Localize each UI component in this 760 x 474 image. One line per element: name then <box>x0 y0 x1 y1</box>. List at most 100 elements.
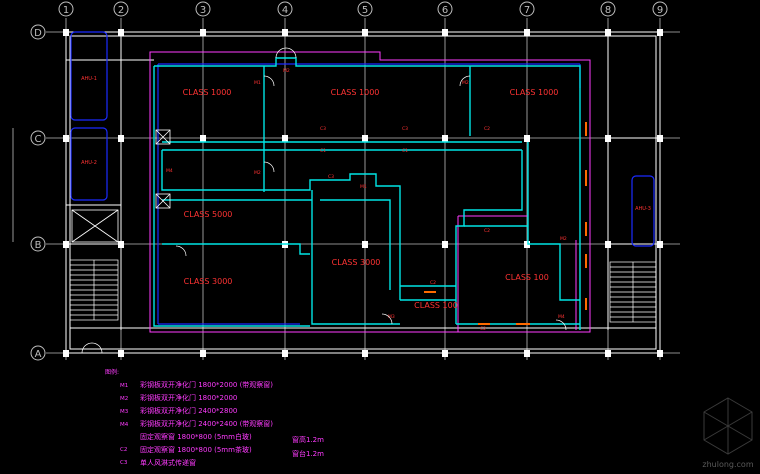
structural-columns <box>63 29 663 357</box>
door-tag-m2b: M2 <box>462 80 469 86</box>
room-label-class-1000-b: CLASS 1000 <box>331 88 380 97</box>
ahu-1-label: AHU-1 <box>81 76 97 82</box>
building-walls <box>65 31 661 354</box>
column-axis-labels: 1 2 3 4 5 6 7 8 9 <box>63 5 663 16</box>
ahu-2-label: AHU-2 <box>81 160 97 166</box>
axis-label-col-7: 7 <box>524 5 530 16</box>
structural-column <box>63 135 69 142</box>
window-tag-c1b: C3 <box>402 126 408 132</box>
window-tag-c1: C3 <box>320 126 326 132</box>
structural-column <box>605 350 611 357</box>
door-tag-m2d: M2 <box>560 236 567 242</box>
structural-column <box>118 241 124 248</box>
door-tag-m4: M4 <box>166 168 173 174</box>
structural-column <box>362 29 368 36</box>
floor-plan-drawing: 1 2 3 4 5 6 7 8 9 D C B A AHU-1 AHU-2 AH… <box>12 1 754 469</box>
structural-column <box>63 241 69 248</box>
axis-label-col-3: 3 <box>200 5 206 16</box>
structural-column <box>282 135 288 142</box>
axis-label-col-1: 1 <box>63 5 69 16</box>
structural-column <box>657 241 663 248</box>
legend-item-c1: 固定观察窗 1800*800 (5mm白玻) <box>140 432 252 441</box>
window-tag-c1c: C1 <box>320 148 326 154</box>
window-tag-c3: C3 <box>328 174 334 180</box>
window-tag-c2b: C2 <box>484 228 490 234</box>
door-tag-m1b: M1 <box>360 184 367 190</box>
structural-column <box>118 350 124 357</box>
door-tag-m2c: M2 <box>254 170 261 176</box>
axis-label-col-2: 2 <box>118 5 124 16</box>
structural-column <box>362 135 368 142</box>
legend-title: 图例: <box>105 368 119 376</box>
room-label-class-1000-a: CLASS 1000 <box>183 88 232 97</box>
legend: 图例: M1 M2 M3 M4 C2 C3 彩钢板双开净化门 1800*2000… <box>105 368 324 467</box>
axis-label-col-6: 6 <box>442 5 448 16</box>
axis-label-col-8: 8 <box>605 5 611 16</box>
room-label-class-5000: CLASS 5000 <box>184 210 233 219</box>
structural-column <box>362 350 368 357</box>
structural-column <box>442 241 448 248</box>
window-tag-c2d: C2 <box>480 326 486 332</box>
right-staircase <box>609 261 657 323</box>
structural-column <box>63 350 69 357</box>
legend-code-c3: C3 <box>120 460 128 466</box>
structural-column <box>282 29 288 36</box>
window-tag-c2c: C2 <box>430 280 436 286</box>
structural-column <box>442 29 448 36</box>
row-axis-labels: D C B A <box>34 28 42 360</box>
structural-column <box>605 29 611 36</box>
structural-column <box>657 29 663 36</box>
legend-code-m3: M3 <box>120 409 129 415</box>
legend-code-m1: M1 <box>120 383 128 389</box>
window-tag-c1d: C1 <box>402 148 408 154</box>
structural-column <box>200 29 206 36</box>
structural-column <box>605 241 611 248</box>
legend-item-c3: 单人风淋式传递窗 <box>140 458 196 467</box>
watermark-text: zhulong.com <box>702 460 753 469</box>
legend-code-c2: C2 <box>120 447 127 453</box>
structural-column <box>657 350 663 357</box>
legend-item-m4: 彩钢板双开净化门 2400*2400 (带观察窗) <box>140 419 273 428</box>
row-axis-bubbles <box>30 24 46 361</box>
legend-item-m2: 彩钢板双开净化门 1800*2000 <box>140 393 237 402</box>
legend-item-m1: 彩钢板双开净化门 1800*2000 (带观察窗) <box>140 380 273 389</box>
door-tag-m2: M2 <box>283 68 290 74</box>
watermark: zhulong.com <box>702 397 754 469</box>
cleanroom-partitions <box>153 57 581 330</box>
door-tag-m1: M1 <box>254 80 261 86</box>
room-label-class-100-b: CLASS 100 <box>414 301 458 310</box>
structural-column <box>605 135 611 142</box>
legend-item-m3: 彩钢板双开净化门 2400*2800 <box>140 406 237 415</box>
axis-label-row-d: D <box>34 28 42 39</box>
structural-column <box>63 29 69 36</box>
legend-note-sill-height: 窗台1.2m <box>292 449 324 458</box>
structural-column <box>442 135 448 142</box>
window-tags: C3 C3 C2 C1 C1 C3 C2 C2 C2 <box>320 126 490 332</box>
watermark-logo-icon <box>703 397 753 455</box>
structural-column <box>524 29 530 36</box>
structural-column <box>282 350 288 357</box>
axis-label-row-c: C <box>35 134 42 145</box>
axis-label-row-b: B <box>35 240 42 251</box>
structural-column <box>657 135 663 142</box>
legend-item-c2: 固定观察窗 1800*800 (5mm茶玻) <box>140 445 252 454</box>
axis-label-col-4: 4 <box>282 5 288 16</box>
legend-code-m2: M2 <box>120 396 128 402</box>
legend-note-window-height: 窗高1.2m <box>292 435 324 444</box>
ahu-3-label: AHU-3 <box>635 206 651 212</box>
structural-column <box>524 350 530 357</box>
window-marks <box>424 122 587 325</box>
left-staircase <box>69 259 119 321</box>
elevator-shaft <box>71 209 119 243</box>
structural-column <box>118 135 124 142</box>
axis-label-col-9: 9 <box>657 5 663 16</box>
door-tag-m4b: M4 <box>558 314 565 320</box>
room-label-class-3000-a: CLASS 3000 <box>184 277 233 286</box>
room-labels: CLASS 1000 CLASS 1000 CLASS 1000 CLASS 5… <box>183 88 559 310</box>
room-label-class-1000-c: CLASS 1000 <box>510 88 559 97</box>
room-label-class-100-a: CLASS 100 <box>505 273 549 282</box>
structural-column <box>200 350 206 357</box>
axis-label-row-a: A <box>35 349 42 360</box>
window-tag-c2: C2 <box>484 126 490 132</box>
room-label-class-3000-b: CLASS 3000 <box>332 258 381 267</box>
